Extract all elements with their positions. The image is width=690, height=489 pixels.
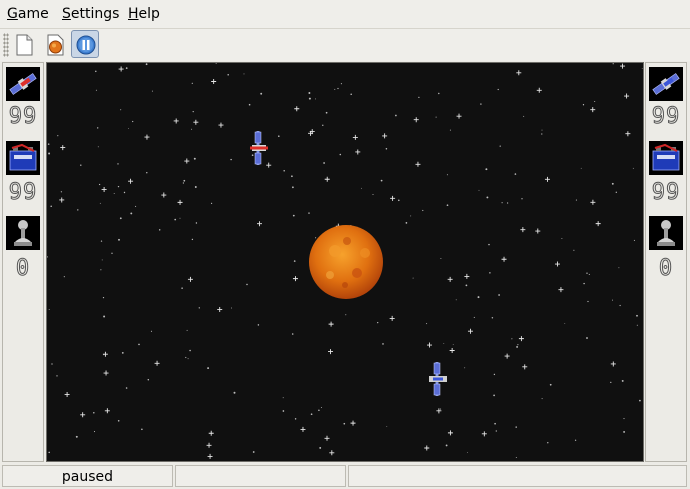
sun-icon [309, 225, 383, 299]
red-satellite-ship[interactable] [250, 131, 268, 165]
battery-icon [649, 141, 683, 175]
menu-help[interactable]: Help [128, 6, 160, 22]
status-text: paused [61, 469, 114, 485]
trophy-icon [649, 216, 683, 250]
space-objects [250, 131, 447, 396]
player-left-wins: 0 [15, 256, 31, 282]
menubar: Game Settings Help [0, 0, 690, 29]
red-satellite-icon [6, 67, 40, 101]
pause-icon [76, 35, 96, 55]
new-document-icon [16, 34, 33, 56]
menu-help-mnemonic: H [128, 6, 139, 22]
highscores-button[interactable] [41, 30, 69, 58]
menu-game-mnemonic: G [7, 6, 18, 22]
player-left-panel: 99 99 0 [2, 62, 44, 462]
menu-game-label: ame [17, 6, 49, 22]
menu-game[interactable]: Game [7, 6, 49, 22]
status-cell-state: paused [2, 465, 173, 487]
player-right-energy: 99 [651, 180, 681, 206]
player-right-hit-points: 99 [651, 104, 681, 130]
menu-settings-label: ettings [70, 6, 120, 22]
menu-help-label: elp [138, 6, 160, 22]
new-game-button[interactable] [10, 30, 38, 58]
toolbar [0, 29, 690, 61]
status-cell-3 [348, 465, 687, 487]
blue-satellite-icon [649, 67, 683, 101]
pause-button[interactable] [71, 30, 99, 58]
blue-satellite-ship[interactable] [429, 362, 447, 396]
menu-settings[interactable]: Settings [62, 6, 119, 22]
player-left-hit-points: 99 [8, 104, 38, 130]
player-right-wins: 0 [658, 256, 674, 282]
player-right-panel: 99 99 0 [645, 62, 687, 462]
toolbar-grip-handle[interactable] [3, 33, 9, 57]
game-field[interactable] [46, 62, 644, 462]
player-left-energy: 99 [8, 180, 38, 206]
status-cell-2 [175, 465, 346, 487]
menu-settings-mnemonic: S [62, 6, 71, 22]
battery-icon [6, 141, 40, 175]
trophy-icon [6, 216, 40, 250]
highscore-icon [47, 34, 64, 56]
statusbar: paused [0, 464, 690, 489]
